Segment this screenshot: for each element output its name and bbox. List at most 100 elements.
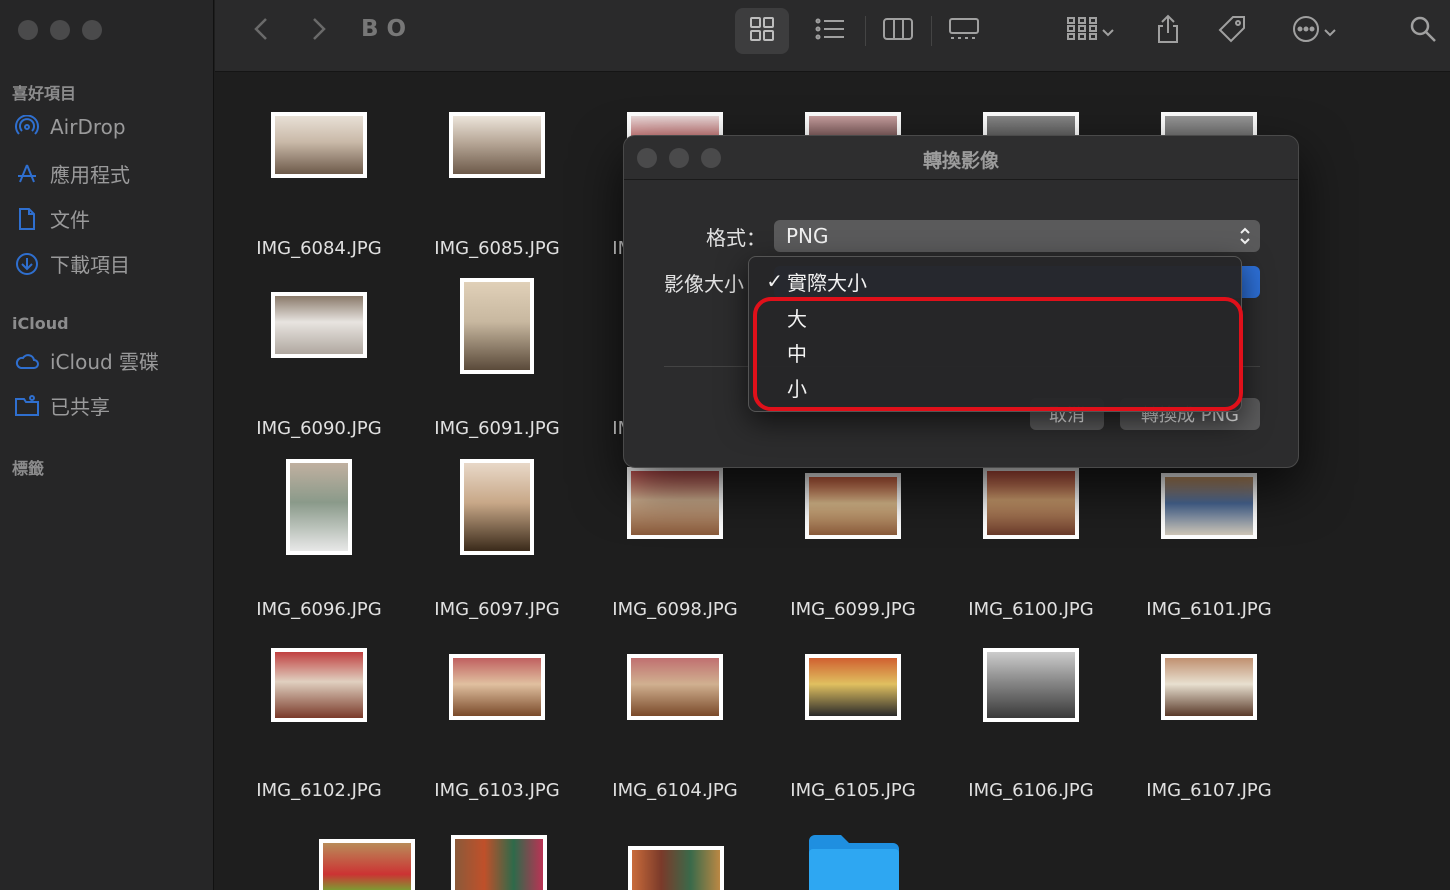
file-thumbnail — [1161, 473, 1257, 539]
share-icon — [1156, 14, 1180, 48]
zoom-window-button[interactable] — [82, 20, 102, 40]
folder-icon[interactable] — [805, 833, 903, 890]
chevron-left-icon — [254, 17, 268, 45]
format-value: PNG — [786, 224, 829, 248]
sidebar-item-label: 應用程式 — [50, 163, 130, 187]
format-select[interactable]: PNG — [774, 220, 1260, 252]
ellipsis-circle-icon — [1292, 15, 1320, 47]
file-name-label: IMG_6104.JPG — [612, 780, 738, 801]
file-thumbnail — [271, 648, 367, 722]
menu-item-actual-size[interactable]: ✓ 實際大小 — [749, 264, 1241, 298]
file-name-label: IMG_6084.JPG — [256, 238, 382, 259]
file-name-label: IMG_6105.JPG — [790, 780, 916, 801]
sidebar-item-shared[interactable]: 已共享 — [14, 391, 110, 420]
file-name-label: IMG_6099.JPG — [790, 599, 916, 620]
file-name-label: IMG_6103.JPG — [434, 780, 560, 801]
sidebar-item-documents[interactable]: 文件 — [14, 204, 90, 233]
sidebar-item-airdrop[interactable]: AirDrop — [14, 114, 126, 140]
shared-folder-icon — [14, 393, 40, 419]
file-item[interactable]: IMG_6085.JPG — [408, 98, 586, 278]
minimize-window-button[interactable] — [50, 20, 70, 40]
chevron-right-icon — [312, 17, 326, 45]
file-name-label: IMG_6102.JPG — [256, 780, 382, 801]
icon-view-button[interactable] — [735, 8, 789, 54]
search-button[interactable] — [1403, 8, 1443, 54]
sidebar-item-label: AirDrop — [50, 115, 126, 139]
file-thumbnail — [460, 278, 534, 374]
list-view-icon — [815, 18, 845, 44]
sidebar-item-label: iCloud 雲碟 — [50, 350, 160, 374]
file-item[interactable]: IMG_6090.JPG — [230, 278, 408, 458]
annotation-highlight — [753, 297, 1243, 411]
sidebar-item-label: 下載項目 — [50, 253, 130, 277]
file-item[interactable]: IMG_6091.JPG — [408, 278, 586, 458]
file-item[interactable]: IMG_6102.JPG — [230, 640, 408, 820]
file-item[interactable]: IMG_6105.JPG — [764, 640, 942, 820]
file-item[interactable]: IMG_6101.JPG — [1120, 459, 1298, 639]
chevron-down-icon — [1102, 22, 1114, 41]
file-thumbnail[interactable] — [319, 839, 415, 890]
gallery-view-icon — [948, 17, 980, 45]
file-name-label: IMG_6097.JPG — [434, 599, 560, 620]
file-item[interactable]: IMG_6100.JPG — [942, 459, 1120, 639]
checkmark-icon: ✓ — [766, 269, 783, 293]
file-item[interactable]: IMG_6103.JPG — [408, 640, 586, 820]
file-thumbnail — [286, 459, 352, 555]
forward-button[interactable] — [301, 14, 337, 48]
updown-chevron-icon — [1238, 225, 1252, 252]
file-thumbnail — [449, 654, 545, 720]
file-name-label: IMG_6096.JPG — [256, 599, 382, 620]
toolbar: BO — [215, 0, 1450, 72]
menu-item-label: 實際大小 — [787, 270, 867, 295]
tag-button[interactable] — [1205, 8, 1259, 54]
group-by-button[interactable] — [1057, 8, 1123, 54]
toolbar-divider — [865, 16, 866, 46]
file-thumbnail — [983, 467, 1079, 539]
file-thumbnail[interactable] — [628, 846, 724, 890]
column-view-button[interactable] — [871, 8, 925, 54]
window-title: BO — [361, 16, 415, 42]
file-item[interactable]: IMG_6099.JPG — [764, 459, 942, 639]
file-thumbnail[interactable] — [451, 835, 547, 890]
file-item[interactable]: IMG_6098.JPG — [586, 459, 764, 639]
file-item[interactable]: IMG_6097.JPG — [408, 459, 586, 639]
favorites-section-title: 喜好項目 — [12, 84, 77, 103]
grid-view-icon — [749, 16, 775, 46]
file-name-label: IMG_6106.JPG — [968, 780, 1094, 801]
file-item[interactable]: IMG_6084.JPG — [230, 98, 408, 278]
file-thumbnail — [983, 648, 1079, 722]
tag-icon — [1217, 14, 1247, 48]
file-item[interactable]: IMG_6107.JPG — [1120, 640, 1298, 820]
gallery-view-button[interactable] — [937, 8, 991, 54]
file-name-label: IMG_6107.JPG — [1146, 780, 1272, 801]
file-item[interactable]: IMG_6096.JPG — [230, 459, 408, 639]
file-thumbnail — [271, 112, 367, 178]
column-view-icon — [882, 17, 914, 45]
sidebar-item-label: 文件 — [50, 208, 90, 232]
sidebar-item-label: 已共享 — [50, 395, 110, 419]
back-button[interactable] — [243, 14, 279, 48]
file-thumbnail — [627, 467, 723, 539]
file-name-label: IMG_6090.JPG — [256, 418, 382, 439]
file-thumbnail — [460, 459, 534, 555]
file-name-label: IMG_6098.JPG — [612, 599, 738, 620]
sidebar-item-applications[interactable]: 應用程式 — [14, 159, 130, 188]
download-icon — [14, 251, 40, 277]
toolbar-divider — [931, 16, 932, 46]
file-item[interactable]: IMG_6104.JPG — [586, 640, 764, 820]
file-thumbnail — [627, 654, 723, 720]
cloud-icon — [14, 348, 40, 374]
share-button[interactable] — [1141, 8, 1195, 54]
sidebar-item-downloads[interactable]: 下載項目 — [14, 249, 130, 278]
list-view-button[interactable] — [803, 8, 857, 54]
window-controls — [18, 20, 102, 40]
more-actions-button[interactable] — [1281, 8, 1347, 54]
tags-section-title: 標籤 — [12, 459, 45, 478]
file-name-label: IMG_6101.JPG — [1146, 599, 1272, 620]
sidebar-item-icloud-drive[interactable]: iCloud 雲碟 — [14, 346, 159, 375]
file-thumbnail — [1161, 654, 1257, 720]
search-icon — [1409, 15, 1437, 47]
close-window-button[interactable] — [18, 20, 38, 40]
file-item[interactable]: IMG_6106.JPG — [942, 640, 1120, 820]
image-size-label: 影像大小 — [664, 272, 744, 296]
